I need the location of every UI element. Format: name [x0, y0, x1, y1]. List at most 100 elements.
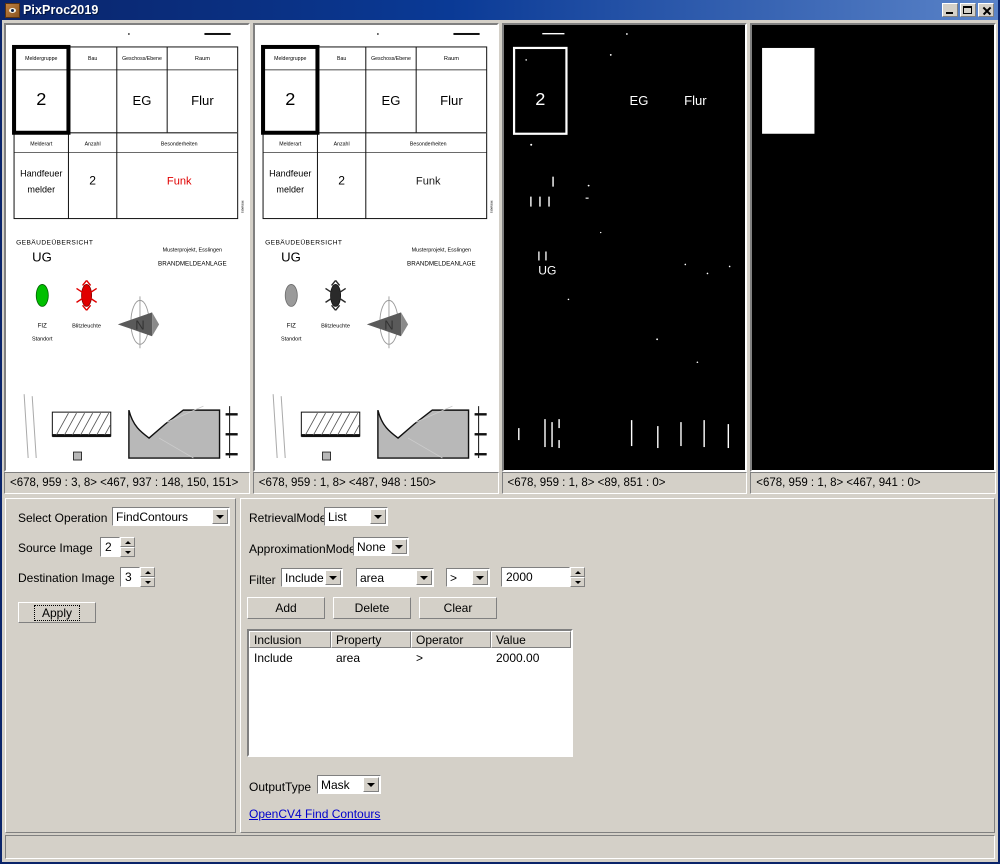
chevron-down-icon[interactable]: [391, 539, 407, 554]
destination-image-decrement[interactable]: [140, 577, 155, 587]
retrieval-mode-label: RetrievalMode: [249, 511, 327, 525]
filter-label: Filter: [249, 573, 276, 587]
filter-inclusion-value: Include: [285, 570, 324, 585]
filter-value-decrement[interactable]: [570, 577, 585, 587]
filter-inclusion-combo[interactable]: Include: [281, 568, 343, 587]
filter-operator-value: >: [450, 570, 458, 585]
svg-text:FIZ: FIZ: [38, 323, 47, 329]
output-type-combo[interactable]: Mask: [317, 775, 381, 794]
destination-image-value[interactable]: 3: [120, 567, 140, 587]
svg-text:Raum: Raum: [195, 56, 210, 62]
delete-button-label: Delete: [354, 601, 390, 615]
destination-image-increment[interactable]: [140, 567, 155, 577]
svg-text:2: 2: [36, 89, 46, 109]
cell-value: 2000.00: [496, 650, 540, 665]
approximation-mode-label: ApproximationMode: [249, 542, 356, 556]
source-image-label: Source Image: [18, 541, 93, 555]
filter-value-stepper[interactable]: 2000: [501, 567, 585, 587]
svg-text:2: 2: [338, 174, 345, 188]
filter-property-value: area: [360, 570, 385, 585]
svg-text:UG: UG: [538, 263, 556, 277]
apply-button[interactable]: Apply: [18, 602, 96, 623]
svg-text:2: 2: [535, 89, 545, 109]
controls-row: Select Operation FindContours Source Ima…: [2, 496, 998, 833]
svg-text:Melderart: Melderart: [30, 142, 53, 148]
window-title: PixProc2019: [23, 3, 99, 17]
chevron-down-icon[interactable]: [212, 509, 228, 524]
svg-text:Standort: Standort: [32, 336, 53, 342]
chevron-down-icon[interactable]: [363, 777, 379, 792]
window-controls: [942, 3, 996, 17]
image-status-row: <678, 959 : 3, 8> <467, 937 : 148, 150, …: [2, 472, 998, 496]
chevron-down-icon[interactable]: [370, 509, 386, 524]
bottom-status-bar: [5, 835, 995, 859]
column-property[interactable]: Property: [331, 631, 411, 648]
svg-text:Geschoss/Ebene: Geschoss/Ebene: [371, 56, 411, 62]
column-value[interactable]: Value: [491, 631, 571, 648]
select-operation-combo[interactable]: FindContours: [112, 507, 230, 526]
filter-property-combo[interactable]: area: [356, 568, 434, 587]
svg-text:Geschoss/Ebene: Geschoss/Ebene: [122, 56, 162, 62]
cell-operator: >: [416, 650, 424, 665]
svg-text:Blitzleuchte: Blitzleuchte: [321, 323, 350, 329]
grayscale-image[interactable]: Meldergruppe Bau Geschoss/Ebene Raum 2 E…: [252, 23, 499, 472]
retrieval-mode-combo[interactable]: List: [324, 507, 388, 526]
eye-icon: [5, 2, 20, 18]
select-operation-label: Select Operation: [18, 511, 108, 525]
column-operator[interactable]: Operator: [411, 631, 491, 648]
source-image-stepper[interactable]: 2: [100, 537, 135, 557]
filter-value-increment[interactable]: [570, 567, 585, 577]
cell-inclusion: Include: [254, 650, 293, 665]
svg-text:Hinweis: Hinweis: [489, 201, 493, 214]
source-image-decrement[interactable]: [120, 547, 135, 557]
opencv-doc-link[interactable]: OpenCV4 Find Contours: [249, 807, 380, 821]
filter-value[interactable]: 2000: [501, 567, 570, 587]
svg-text:FIZ: FIZ: [286, 323, 295, 329]
minimize-icon[interactable]: [942, 3, 958, 17]
clear-button[interactable]: Clear: [419, 597, 497, 619]
svg-text:Standort: Standort: [281, 336, 302, 342]
svg-text:2: 2: [89, 174, 96, 188]
svg-text:2: 2: [285, 89, 295, 109]
svg-text:N: N: [135, 317, 144, 332]
mask-output-image[interactable]: [750, 23, 996, 472]
svg-text:Anzahl: Anzahl: [333, 142, 349, 148]
chevron-down-icon[interactable]: [472, 570, 488, 585]
chevron-down-icon[interactable]: [416, 570, 432, 585]
source-color-image[interactable]: Meldergruppe Bau Geschoss/Ebene Raum 2 E…: [4, 23, 250, 472]
svg-text:Raum: Raum: [444, 56, 459, 62]
svg-text:Besonderheiten: Besonderheiten: [161, 142, 198, 148]
operation-panel: Select Operation FindContours Source Ima…: [5, 498, 236, 833]
destination-image-stepper[interactable]: 3: [120, 567, 155, 587]
svg-text:Funk: Funk: [167, 176, 192, 188]
add-button-label: Add: [275, 601, 297, 615]
svg-text:GEBÄUDEÜBERSICHT: GEBÄUDEÜBERSICHT: [16, 239, 93, 247]
add-button[interactable]: Add: [247, 597, 325, 619]
svg-text:Handfeuer: Handfeuer: [269, 169, 311, 179]
svg-text:BRANDMELDEANLAGE: BRANDMELDEANLAGE: [158, 260, 227, 267]
svg-text:UG: UG: [32, 250, 52, 265]
approximation-mode-value: None: [357, 539, 386, 554]
maximize-icon[interactable]: [960, 3, 976, 17]
table-row[interactable]: Include area > 2000.00: [249, 648, 571, 667]
filter-operator-combo[interactable]: >: [446, 568, 490, 587]
svg-text:melder: melder: [27, 185, 55, 195]
close-icon[interactable]: [978, 3, 994, 17]
column-inclusion[interactable]: Inclusion: [249, 631, 331, 648]
svg-text:Flur: Flur: [684, 93, 707, 108]
svg-text:Bau: Bau: [88, 56, 97, 62]
source-image-increment[interactable]: [120, 537, 135, 547]
select-operation-value: FindContours: [116, 509, 189, 524]
chevron-down-icon[interactable]: [325, 570, 341, 585]
title-bar: PixProc2019: [2, 0, 998, 20]
approximation-mode-combo[interactable]: None: [353, 537, 409, 556]
filter-table[interactable]: Inclusion Property Operator Value Includ…: [247, 629, 573, 757]
source-image-value[interactable]: 2: [100, 537, 120, 557]
svg-text:BRANDMELDEANLAGE: BRANDMELDEANLAGE: [407, 260, 476, 267]
contours-image[interactable]: 2 EG Flur UG: [501, 23, 748, 472]
output-type-label: OutputType: [249, 780, 312, 794]
delete-button[interactable]: Delete: [333, 597, 411, 619]
svg-text:Hinweis: Hinweis: [241, 201, 245, 214]
svg-text:UG: UG: [281, 250, 301, 265]
svg-text:melder: melder: [276, 185, 304, 195]
